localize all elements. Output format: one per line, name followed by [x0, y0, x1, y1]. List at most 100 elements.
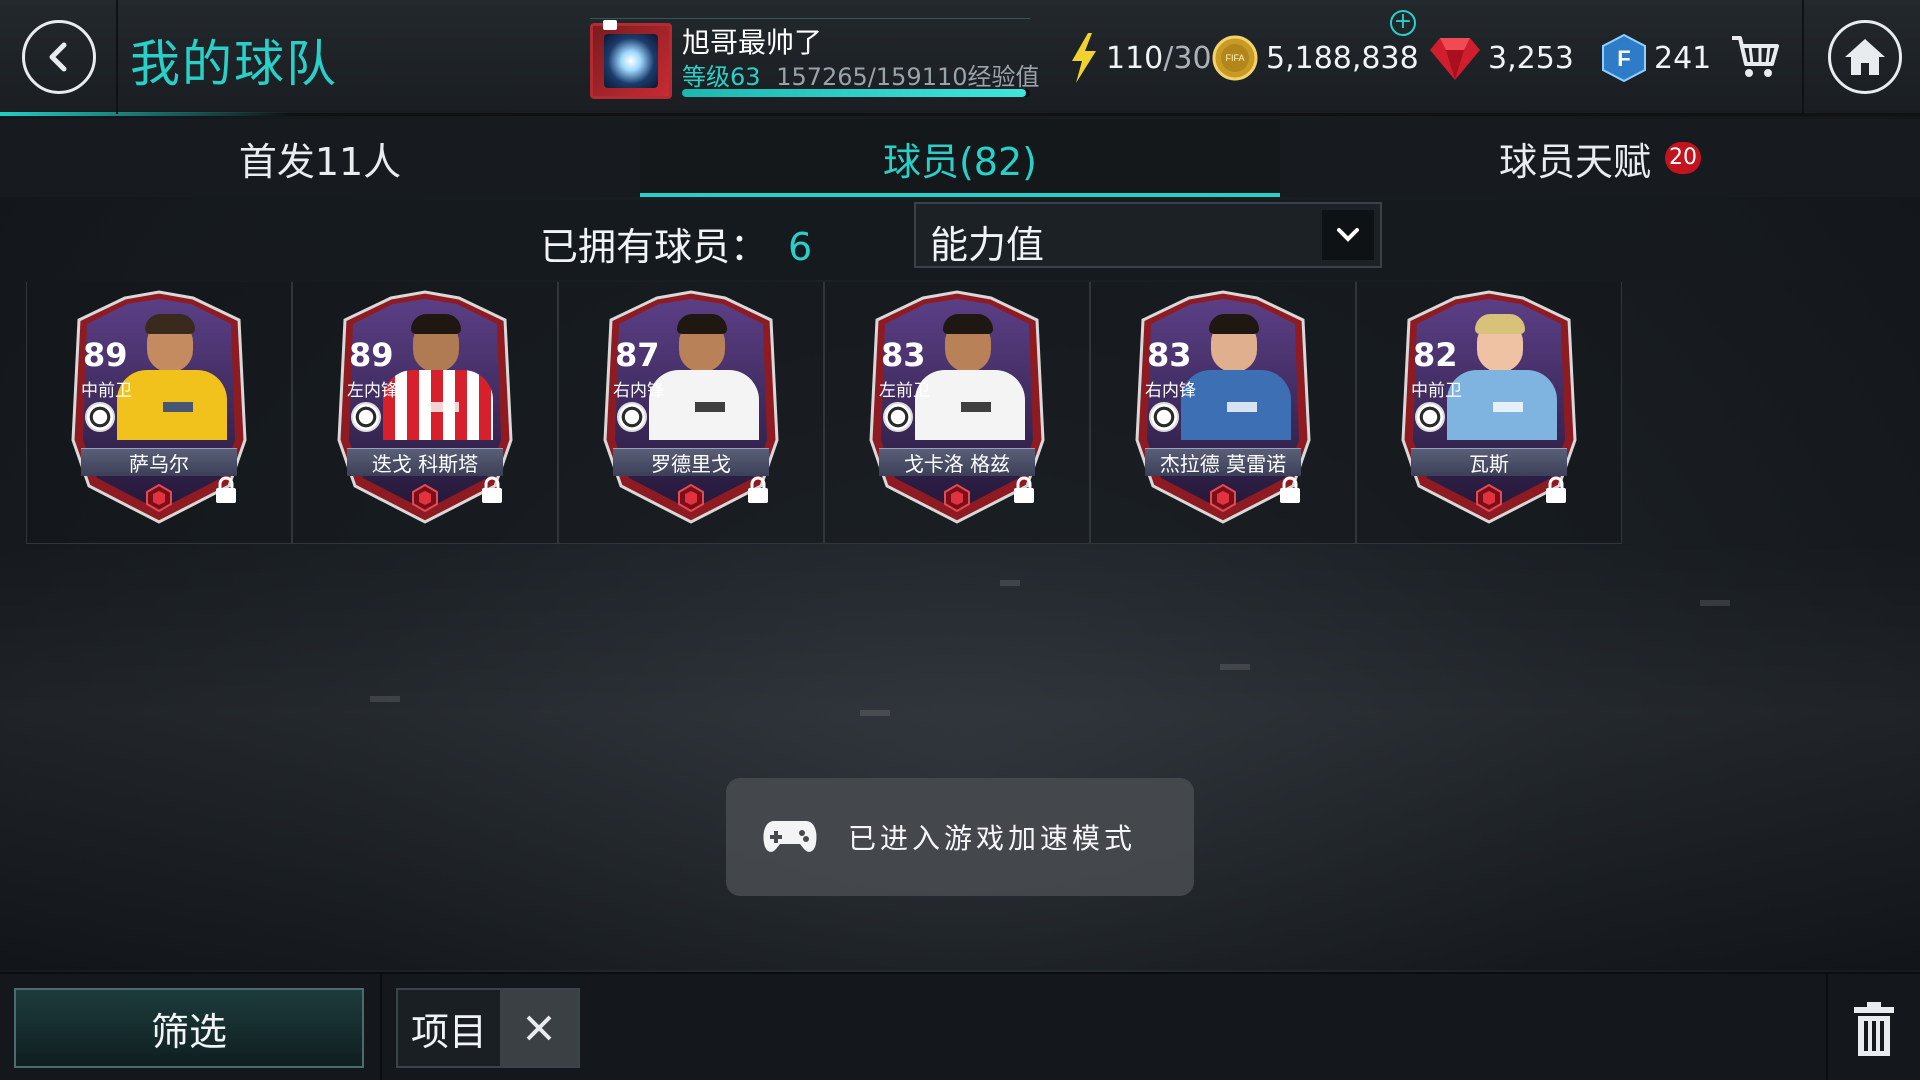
player-rating: 83 [881, 336, 926, 374]
chevron-down-icon [1337, 228, 1359, 242]
divider [380, 974, 382, 1080]
hexagon-gem-icon [1476, 484, 1502, 512]
coin-icon: FIFA [1212, 35, 1258, 81]
player-card[interactable]: 83 右内锋 杰拉德 莫雷诺 [1129, 290, 1317, 530]
stadium-background [0, 540, 1920, 970]
fifa-points-stat[interactable]: F 241 [1602, 30, 1711, 86]
hexagon-gem-icon [1210, 484, 1236, 512]
player-position: 右内锋 [613, 381, 664, 401]
player-rating: 89 [83, 336, 128, 374]
player-photo [113, 302, 231, 440]
player-position: 中前卫 [1411, 381, 1462, 401]
fifa-points-value: 241 [1654, 40, 1712, 76]
sort-value: 能力值 [930, 223, 1045, 267]
soccer-ball-icon [617, 402, 647, 432]
tab-starting-eleven[interactable]: 首发11人 [0, 119, 640, 197]
hexagon-gem-icon [944, 484, 970, 512]
trash-icon[interactable] [1852, 1002, 1896, 1056]
player-slot[interactable]: 89 中前卫 萨乌尔 [26, 282, 292, 544]
coins-stat[interactable]: FIFA 5,188,838 [1212, 30, 1419, 86]
owned-players-label: 已拥有球员： 6 [540, 216, 812, 271]
tab-label: 首发11人 [238, 139, 402, 184]
toast-notification: 已进入游戏加速模式 [726, 778, 1194, 896]
divider [1802, 0, 1804, 114]
energy-stat[interactable]: 110/30 [1068, 30, 1212, 86]
page-title: 我的球队 [130, 35, 338, 93]
add-currency-button[interactable]: + [1390, 10, 1416, 36]
energy-max: /30 [1163, 40, 1212, 76]
hexagon-gem-icon [412, 484, 438, 512]
home-button[interactable] [1828, 20, 1902, 94]
player-name: 瓦斯 [1411, 448, 1567, 476]
player-card[interactable]: 83 左前卫 戈卡洛 格兹 [863, 290, 1051, 530]
soccer-ball-icon [1149, 402, 1179, 432]
sort-dropdown[interactable]: 能力值 [914, 202, 1382, 268]
home-icon [1845, 39, 1885, 75]
soccer-ball-icon [85, 402, 115, 432]
player-card-grid: 89 中前卫 萨乌尔 89 左内锋 迭戈 科斯塔 87 右内锋 罗德里戈 83 … [26, 282, 1622, 544]
back-button[interactable] [22, 20, 96, 94]
player-photo [1443, 302, 1561, 440]
close-icon [526, 1015, 552, 1041]
player-name: 杰拉德 莫雷诺 [1145, 448, 1301, 476]
firework-icon [604, 34, 658, 88]
lock-icon [216, 476, 236, 503]
player-name: 萨乌尔 [81, 448, 237, 476]
tab-label: 球员(82) [882, 139, 1037, 184]
filter-row: 已拥有球员： 6 能力值 [0, 200, 1920, 280]
player-position: 左内锋 [347, 381, 398, 401]
lock-icon [1280, 476, 1300, 503]
profile-panel[interactable]: 旭哥最帅了 等级63 157265/159110经验值 [590, 18, 1040, 100]
player-card[interactable]: 82 中前卫 瓦斯 [1395, 290, 1583, 530]
svg-text:F: F [1617, 46, 1630, 71]
player-name: 戈卡洛 格兹 [879, 448, 1035, 476]
filter-button[interactable]: 筛选 [14, 988, 364, 1068]
shopping-cart-icon[interactable] [1730, 34, 1780, 80]
player-rating: 87 [615, 336, 660, 374]
title-accent-line [0, 112, 290, 116]
hexagon-gem-icon [678, 484, 704, 512]
lock-icon [1014, 476, 1034, 503]
player-rating: 89 [349, 336, 394, 374]
player-slot[interactable]: 82 中前卫 瓦斯 [1356, 282, 1622, 544]
player-name: 迭戈 科斯塔 [347, 448, 503, 476]
player-rating: 82 [1413, 336, 1458, 374]
notification-badge: 20 [1665, 142, 1701, 174]
soccer-ball-icon [883, 402, 913, 432]
tab-bar: 首发11人 球员(82) 球员天赋 20 [0, 119, 1920, 197]
player-photo [1177, 302, 1295, 440]
chevron-left-icon [49, 42, 67, 72]
avatar [590, 20, 672, 99]
lightning-icon [1072, 33, 1096, 83]
owned-label-text: 已拥有球员： [540, 225, 769, 269]
player-slot[interactable]: 89 左内锋 迭戈 科斯塔 [292, 282, 558, 544]
ruby-icon [1430, 38, 1480, 80]
soccer-ball-icon [351, 402, 381, 432]
owned-count: 6 [788, 225, 813, 269]
player-photo [379, 302, 497, 440]
level-label: 等级63 [682, 63, 761, 91]
tab-player-talents[interactable]: 球员天赋 20 [1280, 119, 1920, 197]
clear-filter-button[interactable] [500, 990, 578, 1066]
hexagon-gem-icon [146, 484, 172, 512]
player-card[interactable]: 89 中前卫 萨乌尔 [65, 290, 253, 530]
xp-text: 157265/159110经验值 [776, 63, 1040, 91]
player-card[interactable]: 89 左内锋 迭戈 科斯塔 [331, 290, 519, 530]
tab-players[interactable]: 球员(82) [640, 119, 1280, 197]
player-card[interactable]: 87 右内锋 罗德里戈 [597, 290, 785, 530]
tab-label: 球员天赋 [1498, 139, 1651, 184]
dropdown-toggle[interactable] [1322, 210, 1374, 260]
player-photo [645, 302, 763, 440]
player-slot[interactable]: 87 右内锋 罗德里戈 [558, 282, 824, 544]
lock-icon [748, 476, 768, 503]
gems-stat[interactable]: 3,253 [1430, 30, 1574, 86]
soccer-ball-icon [1415, 402, 1445, 432]
gamepad-icon [763, 821, 817, 852]
player-position: 左前卫 [879, 381, 930, 401]
player-slot[interactable]: 83 右内锋 杰拉德 莫雷诺 [1090, 282, 1356, 544]
fifa-points-icon: F [1602, 34, 1646, 82]
toast-message: 已进入游戏加速模式 [848, 822, 1137, 855]
lock-icon [1546, 476, 1566, 503]
top-bar: 我的球队 旭哥最帅了 等级63 157265/159110经验值 110/30 … [0, 0, 1920, 116]
player-slot[interactable]: 83 左前卫 戈卡洛 格兹 [824, 282, 1090, 544]
